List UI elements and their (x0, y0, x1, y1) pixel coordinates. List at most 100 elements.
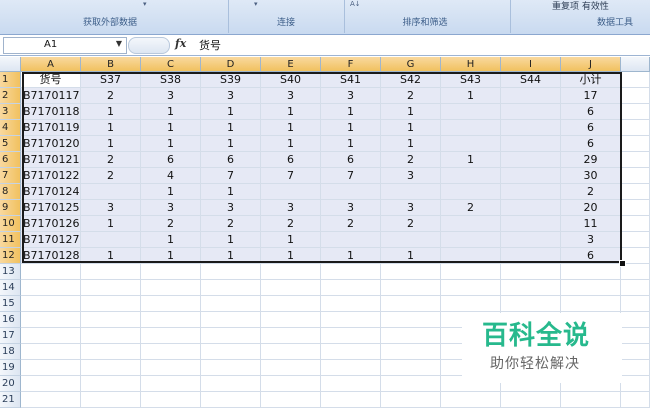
item-code-cell[interactable]: B7170126 (21, 216, 81, 232)
empty-cell[interactable] (621, 312, 650, 328)
table-cell[interactable]: 3 (261, 200, 321, 216)
row-header-7[interactable]: 7 (0, 168, 21, 184)
table-cell[interactable]: 17 (561, 88, 621, 104)
table-cell[interactable]: 6 (561, 120, 621, 136)
row-header-1[interactable]: 1 (0, 72, 21, 88)
empty-cell[interactable] (621, 280, 650, 296)
table-header-cell[interactable]: S44 (501, 72, 561, 88)
row-header-6[interactable]: 6 (0, 152, 21, 168)
table-cell[interactable]: 7 (321, 168, 381, 184)
row-header-5[interactable]: 5 (0, 136, 21, 152)
empty-cell[interactable] (201, 264, 261, 280)
table-cell[interactable]: 3 (141, 88, 201, 104)
empty-cell[interactable] (621, 184, 650, 200)
table-cell[interactable]: 1 (81, 216, 141, 232)
table-cell[interactable]: 1 (321, 120, 381, 136)
column-header-j[interactable]: J (561, 57, 621, 72)
table-cell[interactable]: 1 (141, 120, 201, 136)
table-cell[interactable]: 1 (201, 248, 261, 264)
table-cell[interactable]: 1 (441, 88, 501, 104)
table-cell[interactable]: 3 (81, 200, 141, 216)
item-code-cell[interactable]: B7170120 (21, 136, 81, 152)
table-cell[interactable] (501, 248, 561, 264)
empty-cell[interactable] (381, 344, 441, 360)
chevron-down-icon[interactable]: ▾ (143, 0, 147, 8)
empty-cell[interactable] (81, 344, 141, 360)
table-cell[interactable] (81, 184, 141, 200)
empty-cell[interactable] (261, 296, 321, 312)
column-header-c[interactable]: C (141, 57, 201, 72)
table-cell[interactable]: 1 (441, 152, 501, 168)
row-header-4[interactable]: 4 (0, 120, 21, 136)
chevron-down-icon[interactable]: ▾ (254, 0, 258, 8)
table-header-cell[interactable]: S42 (381, 72, 441, 88)
table-cell[interactable] (81, 232, 141, 248)
table-cell[interactable]: 3 (201, 200, 261, 216)
row-header-8[interactable]: 8 (0, 184, 21, 200)
empty-cell[interactable] (21, 264, 81, 280)
table-cell[interactable]: 1 (201, 136, 261, 152)
row-header-17[interactable]: 17 (0, 328, 21, 344)
empty-cell[interactable] (201, 376, 261, 392)
table-cell[interactable] (381, 232, 441, 248)
empty-cell[interactable] (321, 264, 381, 280)
table-cell[interactable]: 1 (381, 104, 441, 120)
empty-cell[interactable] (21, 376, 81, 392)
empty-cell[interactable] (261, 376, 321, 392)
empty-cell[interactable] (201, 312, 261, 328)
empty-cell[interactable] (21, 280, 81, 296)
table-cell[interactable]: 3 (261, 88, 321, 104)
table-cell[interactable] (501, 136, 561, 152)
table-cell[interactable]: 1 (381, 136, 441, 152)
empty-cell[interactable] (381, 280, 441, 296)
empty-cell[interactable] (201, 280, 261, 296)
empty-cell[interactable] (141, 312, 201, 328)
formula-bar-grip[interactable] (128, 37, 170, 54)
empty-cell[interactable] (621, 88, 650, 104)
table-cell[interactable]: 6 (561, 248, 621, 264)
table-cell[interactable]: 1 (381, 120, 441, 136)
empty-cell[interactable] (141, 344, 201, 360)
empty-cell[interactable] (261, 280, 321, 296)
table-cell[interactable] (501, 152, 561, 168)
table-cell[interactable] (501, 200, 561, 216)
table-cell[interactable]: 20 (561, 200, 621, 216)
empty-cell[interactable] (621, 376, 650, 392)
table-cell[interactable]: 2 (381, 152, 441, 168)
empty-cell[interactable] (621, 216, 650, 232)
empty-cell[interactable] (381, 312, 441, 328)
table-cell[interactable]: 6 (201, 152, 261, 168)
table-cell[interactable]: 1 (201, 232, 261, 248)
row-header-11[interactable]: 11 (0, 232, 21, 248)
fill-handle[interactable] (619, 260, 626, 267)
empty-cell[interactable] (441, 296, 501, 312)
table-cell[interactable] (261, 184, 321, 200)
empty-cell[interactable] (261, 328, 321, 344)
empty-cell[interactable] (141, 264, 201, 280)
table-cell[interactable]: 1 (321, 136, 381, 152)
table-cell[interactable]: 1 (81, 104, 141, 120)
empty-cell[interactable] (81, 280, 141, 296)
empty-cell[interactable] (621, 360, 650, 376)
row-header-16[interactable]: 16 (0, 312, 21, 328)
select-all-corner[interactable] (0, 57, 21, 72)
item-code-cell[interactable]: B7170121 (21, 152, 81, 168)
empty-cell[interactable] (381, 360, 441, 376)
item-code-cell[interactable]: B7170128 (21, 248, 81, 264)
empty-cell[interactable] (21, 328, 81, 344)
table-cell[interactable]: 4 (141, 168, 201, 184)
empty-cell[interactable] (81, 360, 141, 376)
table-cell[interactable] (441, 168, 501, 184)
empty-cell[interactable] (381, 376, 441, 392)
row-header-12[interactable]: 12 (0, 248, 21, 264)
table-cell[interactable]: 6 (321, 152, 381, 168)
row-header-10[interactable]: 10 (0, 216, 21, 232)
table-cell[interactable] (501, 184, 561, 200)
table-cell[interactable]: 2 (81, 168, 141, 184)
empty-cell[interactable] (21, 360, 81, 376)
item-code-cell[interactable]: B7170127 (21, 232, 81, 248)
empty-cell[interactable] (141, 328, 201, 344)
empty-cell[interactable] (321, 296, 381, 312)
table-cell[interactable]: 1 (141, 104, 201, 120)
table-cell[interactable] (441, 232, 501, 248)
